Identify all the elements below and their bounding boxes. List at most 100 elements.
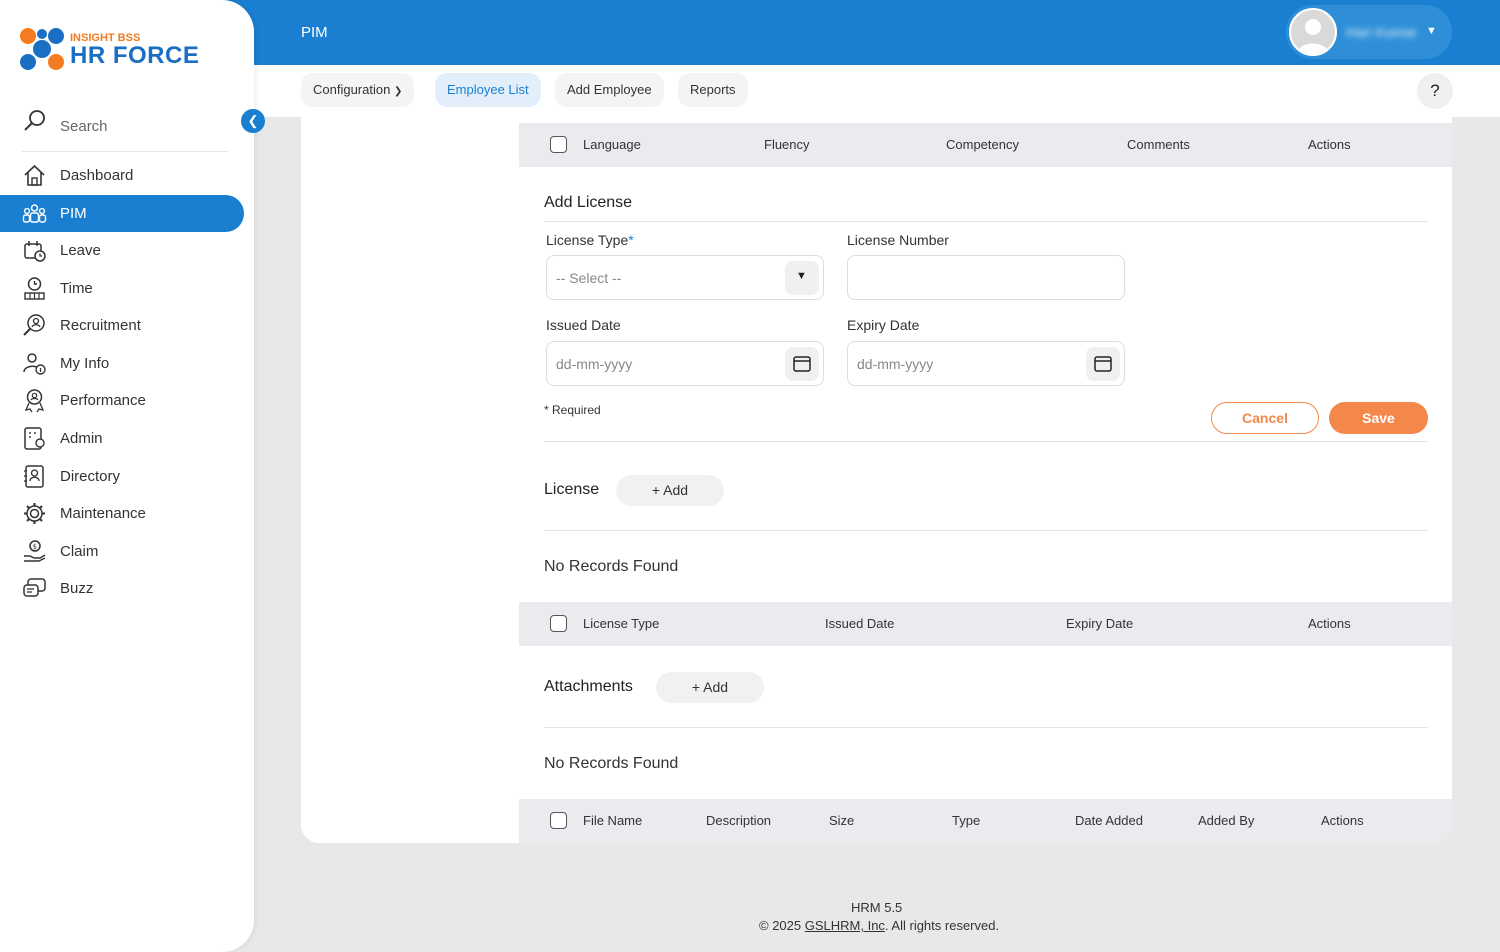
column-header[interactable]: Expiry Date bbox=[1066, 616, 1133, 631]
chevron-down-icon: ❯ bbox=[393, 86, 403, 97]
column-header: Actions bbox=[1308, 137, 1351, 152]
claim-icon: $ bbox=[24, 540, 46, 562]
license-type-select[interactable]: -- Select -- ▼ bbox=[546, 255, 824, 300]
license-type-label: License Type* bbox=[546, 232, 634, 248]
column-header[interactable]: File Name bbox=[583, 813, 642, 828]
add-license-button[interactable]: + Add bbox=[616, 475, 724, 506]
column-header[interactable]: License Type bbox=[583, 616, 659, 631]
sidebar-item-label: Time bbox=[60, 280, 93, 297]
gear-icon bbox=[24, 503, 45, 524]
avatar bbox=[1289, 8, 1337, 56]
sidebar-item-pim[interactable]: PIM bbox=[0, 195, 244, 232]
column-header[interactable]: Date Added bbox=[1075, 813, 1143, 828]
chevron-left-icon: ❮ bbox=[247, 113, 259, 128]
select-all-checkbox[interactable] bbox=[550, 615, 567, 632]
sidebar-item-label: Claim bbox=[60, 543, 99, 560]
column-header[interactable]: Issued Date bbox=[825, 616, 894, 631]
column-header[interactable]: Added By bbox=[1198, 813, 1254, 828]
attachments-section-title: Attachments bbox=[544, 678, 633, 695]
collapse-sidebar-button[interactable]: ❮ bbox=[241, 109, 265, 133]
tab-configuration-label: Configuration bbox=[313, 82, 391, 97]
license-number-label: License Number bbox=[847, 232, 949, 248]
sidebar-search[interactable]: Search bbox=[22, 108, 228, 152]
column-header[interactable]: Competency bbox=[946, 137, 1019, 152]
select-all-checkbox[interactable] bbox=[550, 812, 567, 829]
column-header[interactable]: Comments bbox=[1127, 137, 1190, 152]
sub-navigation: Configuration ❯ Employee List Add Employ… bbox=[254, 65, 1500, 117]
column-header[interactable]: Type bbox=[952, 813, 980, 828]
column-header: Actions bbox=[1321, 813, 1364, 828]
sidebar-item-recruitment[interactable]: Recruitment bbox=[0, 307, 244, 344]
admin-icon bbox=[24, 427, 45, 450]
logo-name: HR FORCE bbox=[70, 42, 200, 69]
sidebar: INSIGHT BSS HR FORCE Search ❮ Dashboard … bbox=[0, 0, 265, 952]
chat-icon bbox=[23, 578, 46, 597]
sidebar-item-label: Performance bbox=[60, 392, 146, 409]
column-header[interactable]: Description bbox=[706, 813, 771, 828]
search-icon bbox=[24, 110, 45, 131]
logo: INSIGHT BSS HR FORCE bbox=[18, 26, 199, 77]
award-icon bbox=[24, 389, 45, 413]
sidebar-item-claim[interactable]: $ Claim bbox=[0, 533, 244, 570]
sidebar-item-maintenance[interactable]: Maintenance bbox=[0, 495, 244, 532]
help-button[interactable]: ? bbox=[1417, 73, 1453, 109]
calendar-icon bbox=[793, 356, 811, 372]
sidebar-item-label: Recruitment bbox=[60, 317, 141, 334]
column-header[interactable]: Size bbox=[829, 813, 854, 828]
add-attachment-button[interactable]: + Add bbox=[656, 672, 764, 703]
required-star: * bbox=[628, 232, 634, 248]
sidebar-item-label: PIM bbox=[60, 205, 87, 222]
attachments-table-header: File Name Description Size Type Date Add… bbox=[519, 799, 1452, 843]
svg-text:$: $ bbox=[33, 543, 37, 551]
sidebar-item-performance[interactable]: Performance bbox=[0, 382, 244, 419]
attachments-empty-state: No Records Found bbox=[544, 755, 679, 772]
license-section-title: License bbox=[544, 481, 600, 498]
cancel-button[interactable]: Cancel bbox=[1211, 402, 1319, 434]
sidebar-item-my-info[interactable]: My Info bbox=[0, 345, 244, 382]
sidebar-item-dashboard[interactable]: Dashboard bbox=[0, 157, 244, 194]
license-table-header: License Type Issued Date Expiry Date Act… bbox=[519, 602, 1452, 646]
user-menu[interactable]: Hari Kumar ▼ bbox=[1286, 5, 1452, 59]
column-header[interactable]: Language bbox=[583, 137, 641, 152]
sidebar-item-label: Directory bbox=[60, 468, 121, 485]
calendar-button[interactable] bbox=[785, 347, 819, 381]
sidebar-item-time[interactable]: Time bbox=[0, 270, 244, 307]
tab-add-employee[interactable]: Add Employee bbox=[555, 73, 664, 107]
select-all-checkbox[interactable] bbox=[550, 136, 567, 153]
footer-copyright: © 2025 GSLHRM, Inc. All rights reserved. bbox=[759, 918, 999, 933]
logo-icon bbox=[20, 28, 64, 70]
sidebar-item-label: Admin bbox=[60, 430, 103, 447]
leave-icon bbox=[24, 241, 46, 262]
sidebar-item-label: Maintenance bbox=[60, 505, 146, 522]
copyright-prefix: © 2025 bbox=[759, 918, 805, 933]
sidebar-item-leave[interactable]: Leave bbox=[0, 232, 244, 269]
expiry-date-input[interactable]: dd-mm-yyyy bbox=[847, 341, 1125, 386]
tab-reports[interactable]: Reports bbox=[678, 73, 748, 107]
search-label: Search bbox=[60, 118, 108, 135]
tab-employee-list[interactable]: Employee List bbox=[435, 73, 541, 107]
caret-down-icon: ▼ bbox=[796, 270, 807, 282]
sidebar-item-label: My Info bbox=[60, 355, 110, 372]
caret-down-icon: ▼ bbox=[1426, 25, 1437, 37]
sidebar-item-buzz[interactable]: Buzz bbox=[0, 570, 244, 607]
main-content-card: Language Fluency Competency Comments Act… bbox=[301, 117, 1452, 843]
save-button[interactable]: Save bbox=[1329, 402, 1428, 434]
calendar-button[interactable] bbox=[1086, 347, 1120, 381]
recruitment-icon bbox=[23, 314, 45, 336]
footer-version: HRM 5.5 bbox=[851, 900, 903, 915]
directory-icon bbox=[24, 465, 44, 488]
license-type-value: -- Select -- bbox=[556, 270, 622, 286]
sidebar-item-admin[interactable]: Admin bbox=[0, 420, 244, 457]
dropdown-button[interactable]: ▼ bbox=[785, 261, 819, 295]
license-number-input[interactable] bbox=[847, 255, 1125, 300]
user-info-icon bbox=[23, 353, 46, 375]
divider bbox=[544, 441, 1428, 442]
issued-date-input[interactable]: dd-mm-yyyy bbox=[546, 341, 824, 386]
column-header[interactable]: Fluency bbox=[764, 137, 810, 152]
tab-configuration[interactable]: Configuration ❯ bbox=[301, 73, 415, 107]
sidebar-item-directory[interactable]: Directory bbox=[0, 458, 244, 495]
footer: HRM 5.5 © 2025 GSLHRM, Inc. All rights r… bbox=[0, 898, 1500, 938]
add-license-title: Add License bbox=[544, 194, 633, 211]
expiry-date-placeholder: dd-mm-yyyy bbox=[857, 356, 934, 372]
company-link[interactable]: GSLHRM, Inc bbox=[805, 918, 885, 933]
